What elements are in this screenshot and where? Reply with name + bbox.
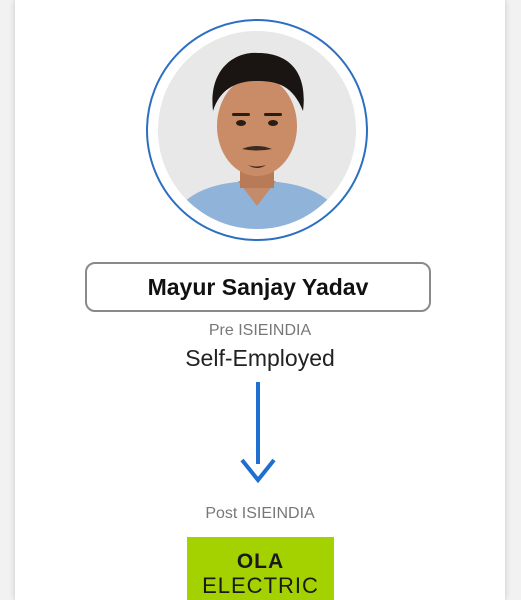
person-name: Mayur Sanjay Yadav bbox=[147, 273, 369, 300]
ola-electric-logo: OLA ELECTRIC bbox=[187, 537, 334, 600]
post-label: Post ISIEINDIA bbox=[205, 505, 315, 522]
logo-line-1: OLA bbox=[236, 550, 285, 573]
pre-label: Pre ISIEINDIA bbox=[208, 322, 312, 339]
logo-line-2: ELECTRIC bbox=[202, 573, 319, 598]
name-box: Mayur Sanjay Yadav bbox=[85, 262, 431, 312]
pre-value: Self-Employed bbox=[185, 345, 335, 371]
profile-card: Mayur Sanjay Yadav Pre ISIEINDIA Self-Em… bbox=[15, 0, 505, 600]
profile-photo-icon bbox=[158, 31, 356, 229]
down-arrow-icon bbox=[240, 382, 276, 484]
avatar bbox=[158, 31, 356, 229]
avatar-ring bbox=[146, 19, 368, 241]
